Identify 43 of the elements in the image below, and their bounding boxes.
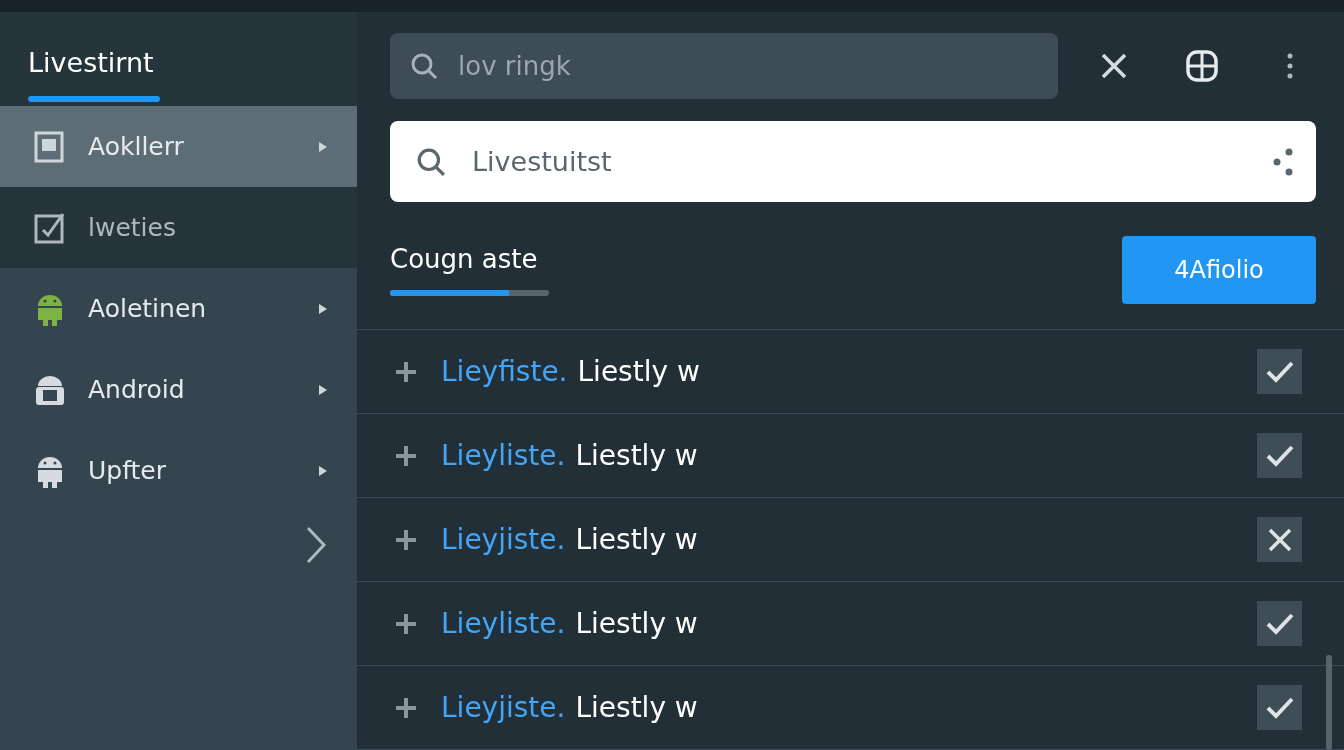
sidebar-item[interactable]: Aoletinen [0,268,357,349]
check-icon [1264,443,1295,468]
sidebar-item[interactable]: Aokllerr [0,106,357,187]
check-icon [1264,695,1295,720]
sidebar-item[interactable]: Upfter [0,430,357,511]
checkbox[interactable] [1257,517,1302,562]
sidebar-item[interactable]: lweties [0,187,357,268]
more-icon [1286,52,1294,80]
scrollbar[interactable] [1326,655,1332,750]
tab[interactable]: Cougn aste [390,244,549,297]
row-link[interactable]: Lieyjiste. [441,523,566,556]
row-link[interactable]: Lieyfiste. [441,355,568,388]
sidebar-title: Livestirnt [28,46,155,80]
search-input[interactable]: lov ringk [456,50,1038,82]
row-text: Lieyfiste. Liestly w [441,355,701,388]
sidebar-item[interactable]: Android [0,349,357,430]
cross-icon [1266,526,1293,553]
checkbox[interactable] [1257,685,1302,730]
search-bar[interactable]: Livestuitst [390,121,1316,203]
checkbox[interactable] [1257,601,1302,646]
check-icon [1264,611,1295,636]
plus-icon[interactable] [395,696,417,719]
chevron-right-icon[interactable] [305,525,327,565]
share-icon[interactable] [1272,146,1294,177]
checkbox[interactable] [1257,433,1302,478]
row-link[interactable]: Lieyliste. [441,607,566,640]
search-input[interactable]: Livestuitst [470,145,1248,179]
plus-icon[interactable] [395,444,417,467]
search-icon [416,146,446,177]
plus-icon[interactable] [395,360,417,383]
search-icon [410,52,438,80]
row-text: Lieyliste. Liestly w [441,439,699,472]
row-text: Lieyliste. Liestly w [441,607,699,640]
row-text: Lieyjiste. Liestly w [441,523,699,556]
plus-icon[interactable] [395,528,417,551]
action-button[interactable]: 4Afiolio [1122,236,1316,305]
checkbox[interactable] [1257,349,1302,394]
plus-icon[interactable] [395,612,417,635]
row-link[interactable]: Lieyjiste. [441,691,566,724]
row-text: Lieyjiste. Liestly w [441,691,699,724]
check-icon [1264,359,1295,384]
search-bar[interactable]: lov ringk [390,33,1058,99]
row-link[interactable]: Lieyliste. [441,439,566,472]
